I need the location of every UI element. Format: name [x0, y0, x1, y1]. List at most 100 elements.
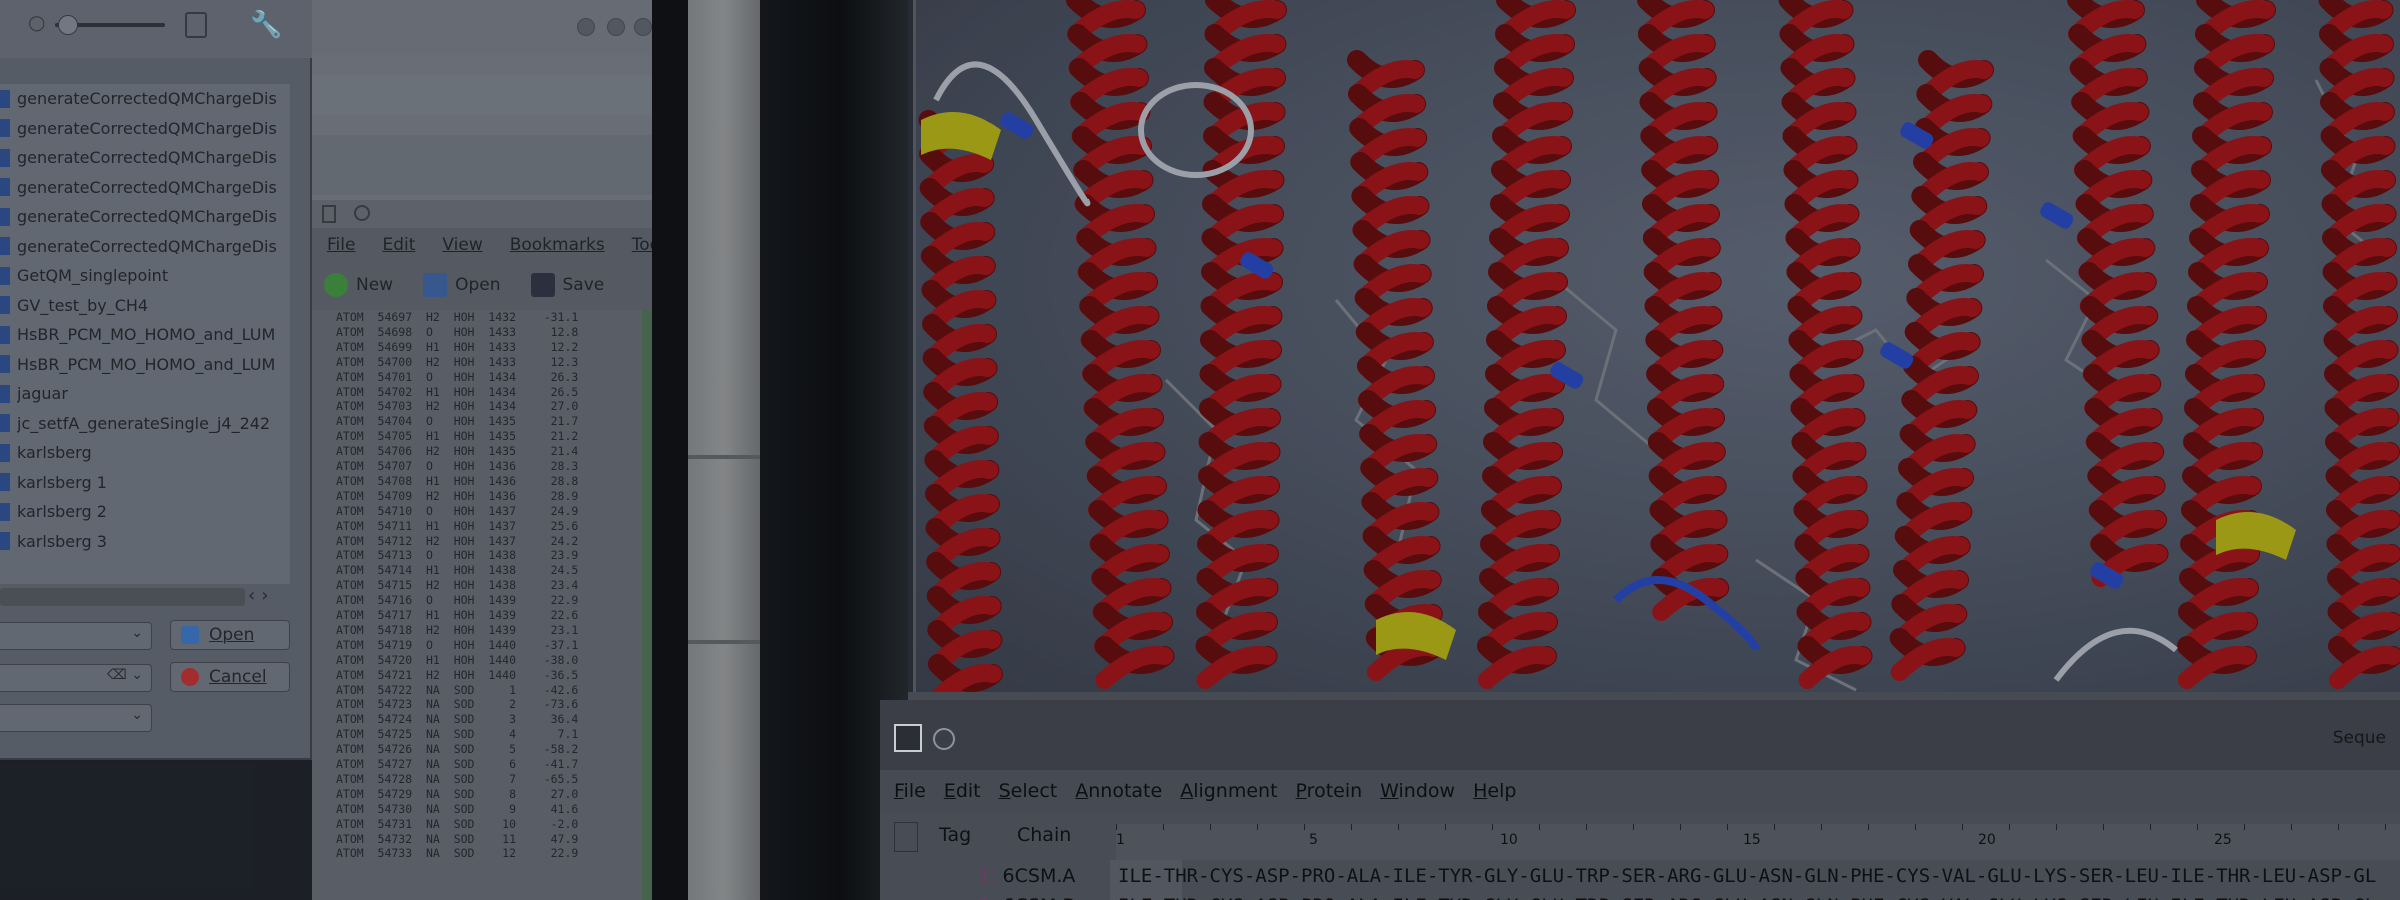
background-window-titlebar — [312, 0, 652, 55]
pdb-atom-line: ATOM 54733 NA SOD 12 22.9 — [336, 846, 579, 861]
maximize-icon[interactable] — [607, 18, 625, 36]
seq-menu-window[interactable]: Window — [1380, 780, 1455, 802]
seq-menu-select[interactable]: Select — [999, 780, 1058, 802]
pdb-atom-line: ATOM 54718 H2 HOH 1439 23.1 — [336, 622, 579, 637]
ruler-tick — [1727, 824, 1728, 830]
seq-menu-edit[interactable]: Edit — [944, 780, 981, 802]
zoom-out-icon[interactable]: ○ — [28, 12, 48, 32]
file-list-item[interactable]: generateCorrectedQMChargeDis — [0, 143, 290, 172]
seq-menu-help[interactable]: Help — [1473, 780, 1516, 802]
sequence-alignment-grid: Tag Chain 1 5 10 15 20 25 1: 6CSM.A ILE-THR-CY… — [880, 812, 2400, 900]
filter-combo[interactable]: ⌄ — [0, 704, 152, 732]
file-icon — [0, 89, 10, 108]
ruler-position-label: 15 — [1743, 832, 1761, 848]
file-type-combo[interactable]: ⌄ — [0, 622, 152, 650]
sequence-row[interactable]: 1: 6CSM.A ILE-THR-CYS-ASP-PRO-ALA-ILE-TYR… — [880, 865, 2400, 889]
file-list-item[interactable]: GV_test_by_CH4 — [0, 291, 290, 320]
editor-toolbar: New Open Save — [312, 262, 652, 308]
file-name: generateCorrectedQMChargeDis — [17, 207, 277, 226]
file-list-item[interactable]: karlsberg 2 — [0, 497, 290, 526]
file-list-item[interactable]: generateCorrectedQMChargeDis — [0, 84, 290, 113]
menu-edit[interactable]: Edit — [382, 235, 415, 255]
protein-ribbon-graphic[interactable] — [916, 0, 2400, 692]
horizontal-scrollbar[interactable] — [0, 588, 245, 606]
pdb-atom-line: ATOM 54731 NA SOD 10 -2.0 — [336, 816, 579, 831]
file-list-item[interactable]: jaguar — [0, 379, 290, 408]
row-index: 1: — [978, 865, 1003, 887]
background-window-panel — [312, 75, 652, 115]
file-name: jaguar — [17, 384, 68, 403]
open-button[interactable]: Open — [170, 620, 290, 650]
scroll-arrows[interactable]: ‹› — [248, 585, 274, 606]
molecular-viewer-window — [908, 0, 2400, 700]
menu-file[interactable]: File — [327, 235, 355, 255]
file-name: HsBR_PCM_MO_HOMO_and_LUM — [17, 325, 276, 344]
file-list-item[interactable]: karlsberg — [0, 438, 290, 467]
ruler-tick — [2244, 824, 2245, 830]
tag-column-header: Tag — [939, 824, 972, 846]
file-list-item[interactable]: generateCorrectedQMChargeDis — [0, 202, 290, 231]
sequence-window-title: Seque — [2332, 728, 2386, 748]
pdb-atom-line: ATOM 54721 H2 HOH 1440 -36.5 — [336, 667, 579, 682]
file-list-item[interactable]: karlsberg 3 — [0, 527, 290, 556]
pdb-atom-line: ATOM 54704 O HOH 1435 21.7 — [336, 414, 579, 429]
pdb-atom-line: ATOM 54719 O HOH 1440 -37.1 — [336, 637, 579, 652]
new-button[interactable]: New — [324, 273, 393, 297]
open-file-button[interactable]: Open — [423, 273, 501, 297]
file-list-item[interactable]: generateCorrectedQMChargeDis — [0, 114, 290, 143]
file-list-item[interactable]: karlsberg 1 — [0, 468, 290, 497]
file-list-item[interactable]: jc_setfA_generateSingle_j4_242 — [0, 409, 290, 438]
pdb-atom-line: ATOM 54727 NA SOD 6 -41.7 — [336, 757, 579, 771]
wrench-icon[interactable]: 🔧 — [250, 10, 282, 40]
zoom-slider-handle[interactable] — [58, 15, 78, 35]
file-name: GV_test_by_CH4 — [17, 295, 149, 315]
file-icon — [0, 266, 10, 285]
cancel-button[interactable]: Cancel — [170, 662, 290, 692]
page-icon[interactable] — [185, 12, 207, 38]
pdb-atom-line: ATOM 54707 O HOH 1436 28.3 — [336, 459, 579, 473]
file-list-item[interactable]: GetQM_singlepoint — [0, 261, 290, 290]
file-list-item[interactable]: generateCorrectedQMChargeDis — [0, 173, 290, 202]
ruler-tick — [1774, 824, 1775, 830]
file-icon — [0, 355, 10, 373]
row-spinner[interactable] — [894, 822, 918, 852]
file-name: generateCorrectedQMChargeDis — [17, 148, 277, 167]
cancel-button-label: Cancel — [209, 667, 267, 687]
seq-menu-file[interactable]: File — [894, 780, 926, 802]
menu-bookmarks[interactable]: Bookmarks — [510, 235, 605, 255]
residue-sequence[interactable]: ILE-THR-CYS-ASP-PRO-ALA-ILE-TYR-GLY-GLU-… — [1118, 865, 2376, 887]
cancel-icon — [181, 668, 199, 686]
pdb-atom-line: ATOM 54720 H1 HOH 1440 -38.0 — [336, 652, 579, 667]
file-list-item[interactable]: generateCorrectedQMChargeDis — [0, 232, 290, 261]
seq-menu-annotate[interactable]: Annotate — [1075, 780, 1162, 802]
encoding-combo[interactable]: ⌫ ⌄ — [0, 664, 152, 692]
ruler-tick — [1116, 824, 1117, 830]
chain-label[interactable]: 2: 6CSM.B — [978, 895, 1075, 900]
seq-menu-protein[interactable]: Protein — [1296, 780, 1363, 802]
ruler-tick — [1210, 824, 1211, 830]
protein-3d-viewport[interactable] — [913, 0, 2400, 692]
window-control-icon[interactable] — [933, 728, 955, 750]
chain-label[interactable]: 1: 6CSM.A — [978, 865, 1075, 887]
file-list[interactable]: generateCorrectedQMChargeDis generateCorr… — [0, 84, 290, 584]
file-list-item[interactable]: HsBR_PCM_MO_HOMO_and_LUM — [0, 350, 290, 379]
residue-sequence[interactable]: ILE-THR-CYS-ASP-PRO-ALA-ILE-TYR-GLY-GLU-… — [1118, 895, 2376, 900]
file-name: karlsberg 3 — [17, 531, 107, 551]
ruler-tick — [1633, 824, 1634, 830]
chevron-down-icon: ⌄ — [131, 625, 143, 641]
menu-view[interactable]: View — [442, 235, 482, 255]
editor-text-area[interactable]: ATOM 54697 H2 HOH 1432 -31.1 ATOM 54698 O… — [312, 310, 652, 900]
seq-menu-alignment[interactable]: Alignment — [1180, 780, 1277, 802]
file-list-item[interactable]: HsBR_PCM_MO_HOMO_and_LUM — [0, 320, 290, 349]
close-icon[interactable] — [634, 18, 652, 36]
file-name: generateCorrectedQMChargeDis — [17, 89, 277, 108]
dialog-toolbar: ○ 🔧 — [0, 0, 312, 58]
pdb-atom-line: ATOM 54715 H2 HOH 1438 23.4 — [336, 578, 579, 593]
sequence-row[interactable]: 2: 6CSM.B ILE-THR-CYS-ASP-PRO-ALA-ILE-TYR… — [880, 895, 2400, 900]
pdb-atom-line: ATOM 54732 NA SOD 11 47.9 — [336, 831, 579, 846]
ruler-tick — [1962, 824, 1963, 830]
editor-titlebar — [312, 200, 652, 228]
window-control-icon[interactable] — [354, 205, 370, 221]
save-button[interactable]: Save — [530, 273, 604, 297]
minimize-icon[interactable] — [577, 18, 595, 36]
